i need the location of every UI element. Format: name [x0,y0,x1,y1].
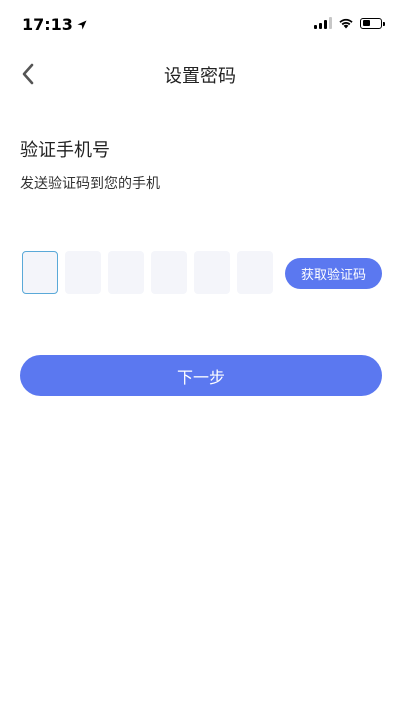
verify-phone-subtitle: 发送验证码到您的手机 [20,176,160,192]
code-digit-box[interactable] [65,251,101,294]
code-digit-box[interactable] [237,251,273,294]
code-digit-box[interactable] [194,251,230,294]
nav-bar: 设置密码 [0,52,400,96]
status-bar: 17:13 [0,0,400,50]
location-arrow-icon [77,20,87,29]
status-indicators [314,17,385,29]
page-title: 设置密码 [164,66,236,87]
verify-phone-title: 验证手机号 [20,140,110,161]
code-digit-box[interactable] [108,251,144,294]
status-time: 17:13 [22,15,87,34]
battery-icon [360,17,385,29]
code-digit-box[interactable] [22,251,58,294]
get-code-button[interactable]: 获取验证码 [285,258,382,289]
cellular-signal-icon [314,17,332,29]
status-time-text: 17:13 [22,15,73,34]
battery-level-fill [362,20,370,26]
verification-code-input[interactable] [22,251,273,294]
code-digit-box[interactable] [151,251,187,294]
wifi-icon [339,18,353,29]
next-step-button[interactable]: 下一步 [20,355,382,396]
